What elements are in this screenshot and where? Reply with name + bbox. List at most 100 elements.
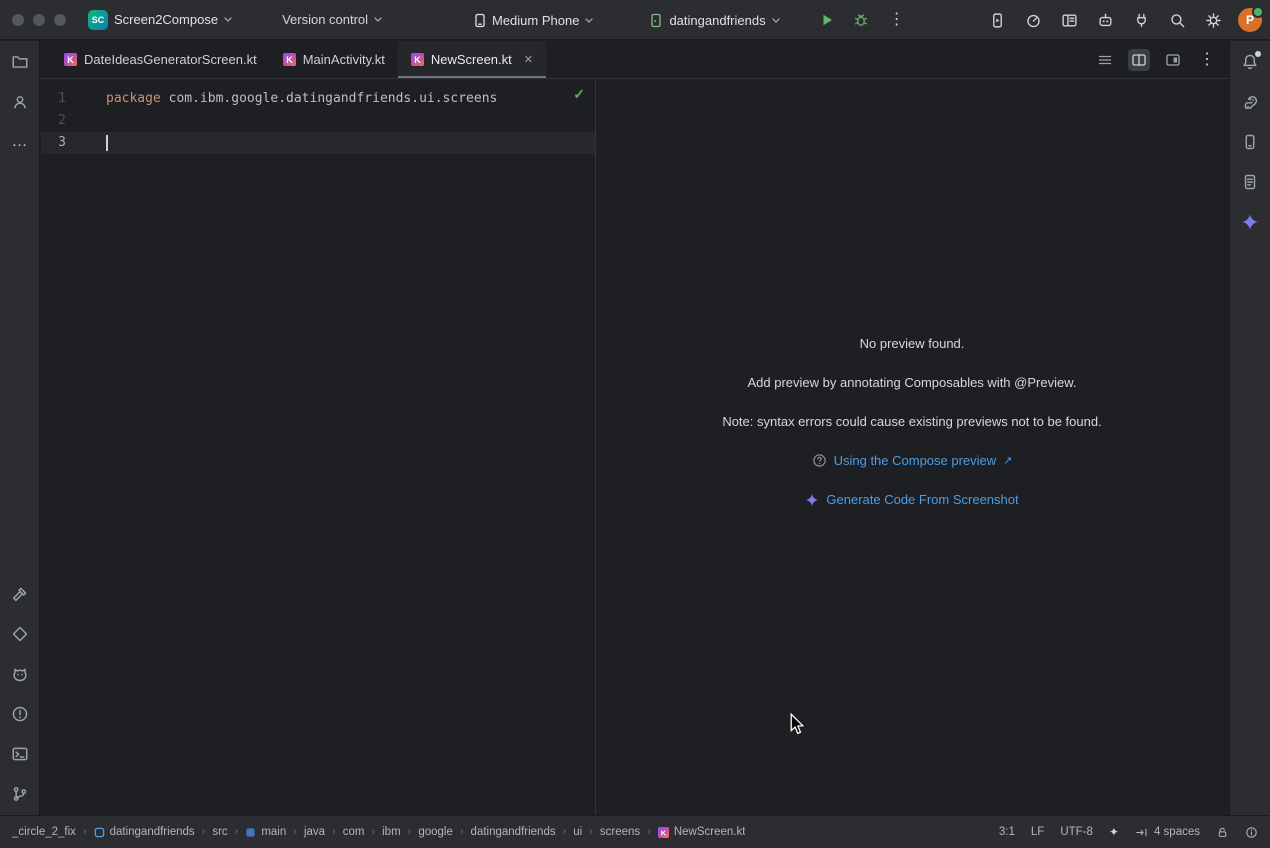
breadcrumb-item[interactable]: ibm bbox=[382, 826, 401, 838]
terminal-icon bbox=[11, 745, 29, 763]
gradle-elephant-icon bbox=[1241, 93, 1259, 111]
code-editor[interactable]: 1 package com.ibm.google.datingandfriend… bbox=[41, 80, 596, 815]
breadcrumb-item[interactable]: datingandfriends bbox=[471, 826, 556, 838]
device-explorer-button[interactable] bbox=[1238, 170, 1262, 194]
gradle-tool-button[interactable] bbox=[1238, 90, 1262, 114]
notifications-button[interactable] bbox=[1238, 50, 1262, 74]
breadcrumb-item[interactable]: google bbox=[418, 826, 453, 838]
breadcrumb-separator: › bbox=[235, 826, 239, 838]
left-tool-strip: … bbox=[0, 41, 40, 815]
app-module-icon bbox=[649, 13, 663, 28]
more-tool-windows-button[interactable]: … bbox=[8, 130, 32, 154]
preview-message-hint: Add preview by annotating Composables wi… bbox=[748, 375, 1077, 390]
build-tool-button[interactable] bbox=[8, 582, 32, 606]
project-selector[interactable]: SC Screen2Compose bbox=[80, 6, 240, 34]
breadcrumb-separator: › bbox=[460, 826, 464, 838]
inspections-widget-icon[interactable] bbox=[1245, 826, 1258, 839]
editor-options-button[interactable]: ⋮ bbox=[1196, 49, 1218, 71]
settings-button[interactable] bbox=[1202, 9, 1224, 31]
tab-label: DateIdeasGeneratorScreen.kt bbox=[84, 52, 257, 67]
file-encoding-widget[interactable]: UTF-8 bbox=[1060, 826, 1093, 838]
breadcrumb-separator: › bbox=[332, 826, 336, 838]
breadcrumb-item[interactable]: ui bbox=[573, 826, 582, 838]
split-view-button[interactable] bbox=[1128, 49, 1150, 71]
preview-message-title: No preview found. bbox=[860, 336, 965, 351]
breadcrumb-item-file[interactable]: K NewScreen.kt bbox=[658, 826, 746, 838]
chevron-down-icon bbox=[585, 18, 593, 23]
breadcrumb-item[interactable]: com bbox=[343, 826, 365, 838]
run-toolbar: Medium Phone datingandfriends ⋮ bbox=[466, 0, 908, 40]
lock-icon[interactable] bbox=[1216, 826, 1229, 839]
cursor-position-widget[interactable]: 3:1 bbox=[999, 826, 1015, 838]
device-manager-icon bbox=[1241, 133, 1259, 151]
ai-assistant-button[interactable] bbox=[1094, 9, 1116, 31]
device-selector[interactable]: Medium Phone bbox=[466, 9, 601, 32]
tool-windows-icon bbox=[1061, 12, 1078, 29]
version-control-widget[interactable]: Version control bbox=[274, 8, 390, 31]
user-icon bbox=[11, 93, 29, 111]
external-link-icon: ↗ bbox=[1003, 454, 1012, 467]
breadcrumb-item[interactable]: screens bbox=[600, 826, 640, 838]
logcat-tool-button[interactable] bbox=[8, 662, 32, 686]
gemini-tool-button[interactable] bbox=[1238, 210, 1262, 234]
compose-preview-docs-link[interactable]: Using the Compose preview ↗ bbox=[812, 453, 1013, 468]
chevron-down-icon bbox=[374, 17, 382, 22]
breadcrumb-item[interactable]: _circle_2_fix bbox=[12, 826, 76, 838]
tab-mainactivity[interactable]: K MainActivity.kt bbox=[270, 41, 398, 78]
breadcrumb-item[interactable]: main bbox=[245, 826, 286, 838]
search-everywhere-button[interactable] bbox=[1166, 9, 1188, 31]
version-control-tool-button[interactable] bbox=[8, 782, 32, 806]
plug-icon bbox=[1133, 12, 1150, 29]
problems-tool-button[interactable] bbox=[8, 702, 32, 726]
list-icon bbox=[1097, 52, 1113, 68]
indent-widget[interactable]: 4 spaces bbox=[1135, 826, 1200, 839]
right-tool-strip bbox=[1229, 41, 1270, 815]
svg-text:K: K bbox=[661, 828, 667, 837]
app-quality-insights-button[interactable] bbox=[8, 622, 32, 646]
run-button[interactable] bbox=[816, 9, 838, 31]
ai-assistant-icon bbox=[1097, 12, 1114, 29]
gemini-sparkle-icon bbox=[1241, 213, 1259, 231]
tab-label: MainActivity.kt bbox=[303, 52, 385, 67]
project-tool-button[interactable] bbox=[8, 50, 32, 74]
run-play-icon bbox=[819, 12, 835, 28]
keyword-token: package bbox=[106, 91, 161, 106]
close-window-button[interactable] bbox=[12, 14, 24, 26]
more-vertical-icon: ⋮ bbox=[1199, 52, 1215, 68]
zoom-window-button[interactable] bbox=[54, 14, 66, 26]
line-separator-widget[interactable]: LF bbox=[1031, 826, 1044, 838]
cat-icon bbox=[11, 665, 29, 683]
code-line-current[interactable]: 3 bbox=[41, 132, 595, 154]
gemini-status-icon[interactable]: ✦ bbox=[1109, 825, 1119, 839]
tab-newscreen[interactable]: K NewScreen.kt ✕ bbox=[398, 41, 546, 78]
preview-message-note: Note: syntax errors could cause existing… bbox=[722, 414, 1101, 429]
breadcrumb-item[interactable]: java bbox=[304, 826, 325, 838]
commit-tool-button[interactable] bbox=[8, 90, 32, 114]
terminal-tool-button[interactable] bbox=[8, 742, 32, 766]
more-vertical-icon: ⋮ bbox=[889, 12, 905, 28]
text-caret bbox=[106, 135, 108, 151]
device-manager-button[interactable] bbox=[1238, 130, 1262, 154]
tab-dateideasgeneratorscreen[interactable]: K DateIdeasGeneratorScreen.kt bbox=[51, 41, 270, 78]
inspection-status-icon[interactable]: ✓ bbox=[573, 86, 585, 103]
minimize-window-button[interactable] bbox=[33, 14, 45, 26]
breadcrumb-separator: › bbox=[293, 826, 297, 838]
resource-manager-button[interactable] bbox=[1130, 9, 1152, 31]
breadcrumb-item[interactable]: src bbox=[212, 826, 227, 838]
running-devices-button[interactable] bbox=[986, 9, 1008, 31]
code-line[interactable]: 1 package com.ibm.google.datingandfriend… bbox=[41, 88, 595, 110]
code-line[interactable]: 2 bbox=[41, 110, 595, 132]
tool-windows-button[interactable] bbox=[1058, 9, 1080, 31]
more-run-options-button[interactable]: ⋮ bbox=[886, 9, 908, 31]
svg-text:K: K bbox=[286, 55, 293, 65]
run-configuration-selector[interactable]: datingandfriends bbox=[641, 9, 787, 32]
profile-avatar[interactable]: P bbox=[1238, 8, 1262, 32]
design-view-button[interactable] bbox=[1162, 49, 1184, 71]
debug-button[interactable] bbox=[850, 9, 872, 31]
profiler-button[interactable] bbox=[1022, 9, 1044, 31]
generate-code-from-screenshot-link[interactable]: Generate Code From Screenshot bbox=[805, 492, 1018, 507]
editor-content[interactable]: 1 package com.ibm.google.datingandfriend… bbox=[41, 88, 595, 154]
code-view-button[interactable] bbox=[1094, 49, 1116, 71]
close-tab-icon[interactable]: ✕ bbox=[524, 53, 533, 66]
breadcrumb-item[interactable]: datingandfriends bbox=[94, 826, 195, 838]
